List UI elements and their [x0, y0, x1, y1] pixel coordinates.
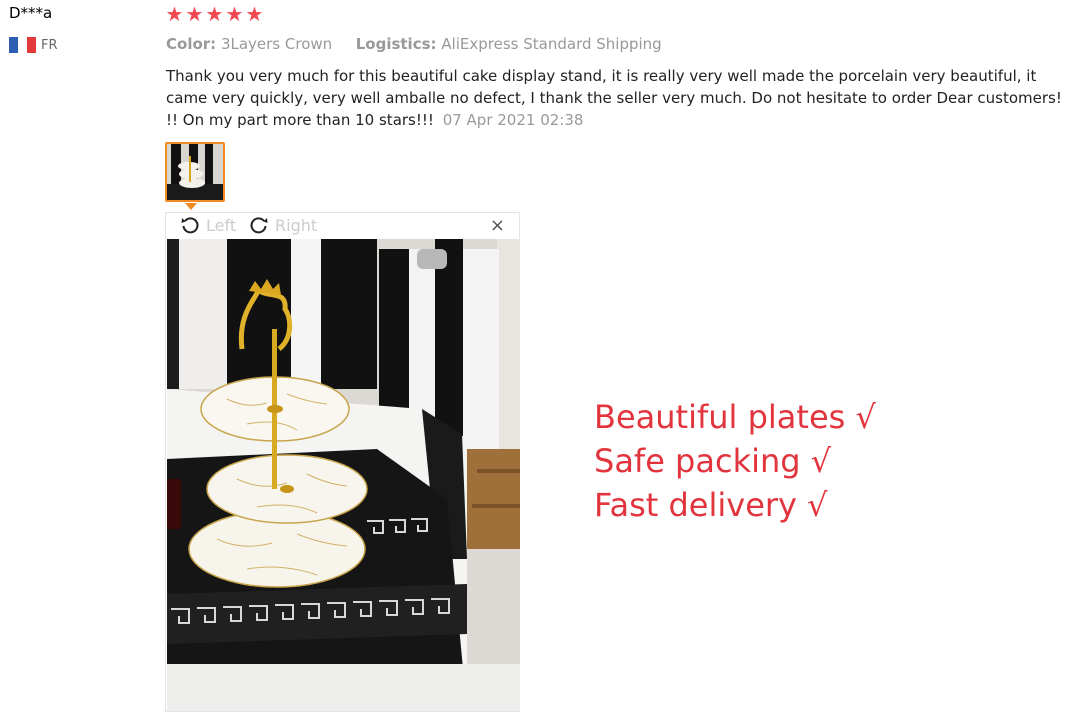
rotate-right-label: Right: [275, 215, 318, 235]
promo-overlay: Beautiful plates √ Safe packing √ Fast d…: [594, 395, 876, 527]
country-code: FR: [41, 37, 58, 53]
rotate-left-button[interactable]: Left: [180, 215, 236, 235]
overlay-line: Fast delivery √: [594, 486, 828, 524]
review-date: 07 Apr 2021 02:38: [442, 111, 584, 129]
star-icon: ★: [225, 2, 244, 26]
star-icon: ★: [185, 2, 204, 26]
thumbnail-pointer: [185, 203, 197, 210]
overlay-line: Beautiful plates √: [594, 398, 876, 436]
reviewer-country: FR: [9, 37, 58, 53]
photo-viewer: Left Right ×: [165, 212, 520, 712]
logistics-label: Logistics:: [355, 35, 437, 53]
rotate-left-label: Left: [206, 215, 237, 235]
viewer-toolbar: Left Right ×: [166, 213, 519, 239]
close-viewer-button[interactable]: ×: [490, 216, 505, 236]
color-label: Color:: [166, 35, 217, 53]
star-icon: ★: [165, 2, 184, 26]
review-photo: [167, 239, 520, 711]
rotate-right-icon: [250, 217, 268, 234]
color-value: 3Layers Crown: [220, 35, 333, 53]
cake-stand-photo: [167, 239, 520, 711]
review-body: Thank you very much for this beautiful c…: [166, 65, 1066, 131]
star-icon: ★: [205, 2, 224, 26]
overlay-line: Safe packing √: [594, 442, 832, 480]
thumbnail-image: [167, 144, 223, 200]
rotate-left-icon: [181, 217, 199, 234]
review-photo-thumbnail[interactable]: [165, 142, 225, 202]
star-rating: ★ ★ ★ ★ ★: [165, 3, 264, 25]
star-icon: ★: [245, 2, 264, 26]
reviewer-name: D***a: [9, 4, 53, 22]
logistics-value: AliExpress Standard Shipping: [441, 35, 662, 53]
review-text: Thank you very much for this beautiful c…: [166, 67, 1062, 129]
rotate-right-button[interactable]: Right: [249, 215, 317, 235]
order-info: Color: 3Layers Crown Logistics: AliExpre…: [166, 35, 662, 53]
france-flag-icon: [9, 37, 36, 53]
